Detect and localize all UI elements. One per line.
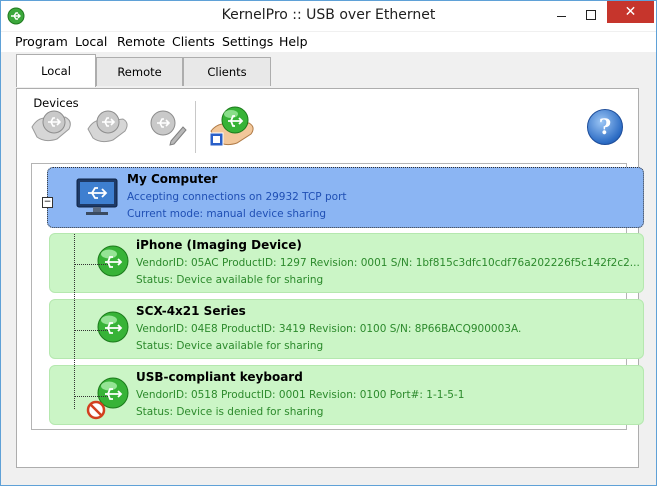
connect-remote-icon[interactable] <box>207 103 257 149</box>
device-ids: VendorID: 0518 ProductID: 0001 Revision:… <box>136 389 465 401</box>
main-window: KernelPro :: USB over Ethernet ✕ Program… <box>0 0 657 486</box>
computer-usb-icon <box>76 178 118 215</box>
tab-clients[interactable]: Clients <box>183 57 271 86</box>
device-row[interactable]: USB-compliant keyboard VendorID: 0518 Pr… <box>49 365 644 425</box>
edit-device-icon[interactable] <box>143 105 189 147</box>
computer-connection-status: Accepting connections on 29932 TCP port <box>127 191 347 203</box>
help-icon[interactable]: ? <box>587 109 623 145</box>
unshare-device-icon[interactable] <box>85 105 131 147</box>
toolbar-separator <box>195 101 196 153</box>
maximize-button[interactable] <box>576 2 606 28</box>
computer-sharing-mode: Current mode: manual device sharing <box>127 208 327 220</box>
usb-device-icon <box>97 311 129 343</box>
menu-remote[interactable]: Remote <box>117 34 165 49</box>
close-button[interactable]: ✕ <box>607 1 654 23</box>
tree-connector <box>74 330 108 331</box>
device-status: Status: Device available for sharing <box>136 340 324 352</box>
my-computer-node[interactable]: My Computer Accepting connections on 299… <box>47 167 644 228</box>
device-status: Status: Device is denied for sharing <box>136 406 324 418</box>
local-devices-panel: ? My Computer Accepting connections on 2… <box>16 88 644 468</box>
tree-connector-vertical <box>74 234 75 409</box>
tab-local-devices[interactable]: Local Devices <box>16 54 96 110</box>
device-row[interactable]: iPhone (Imaging Device) VendorID: 05AC P… <box>49 233 644 293</box>
device-name: USB-compliant keyboard <box>136 370 303 384</box>
title-bar[interactable]: KernelPro :: USB over Ethernet ✕ <box>1 1 656 31</box>
device-tree[interactable]: My Computer Accepting connections on 299… <box>31 163 644 430</box>
device-ids: VendorID: 05AC ProductID: 1297 Revision:… <box>136 257 640 269</box>
tree-connector <box>74 264 108 265</box>
device-status: Status: Device available for sharing <box>136 274 324 286</box>
menu-bar: Program Local Remote Clients Settings He… <box>1 32 656 52</box>
menu-help[interactable]: Help <box>279 34 308 49</box>
tab-remote-devices[interactable]: Remote Devices <box>96 57 183 108</box>
menu-local[interactable]: Local <box>75 34 107 49</box>
maximize-icon <box>586 10 596 20</box>
device-name: iPhone (Imaging Device) <box>136 238 302 252</box>
tree-connector <box>74 396 108 397</box>
close-icon: ✕ <box>624 4 637 20</box>
minimize-icon <box>557 16 566 17</box>
device-ids: VendorID: 04E8 ProductID: 3419 Revision:… <box>136 323 522 335</box>
device-name: SCX-4x21 Series <box>136 304 246 318</box>
collapse-toggle[interactable]: − <box>42 197 53 208</box>
usb-device-icon <box>97 245 129 277</box>
device-row[interactable]: SCX-4x21 Series VendorID: 04E8 ProductID… <box>49 299 644 359</box>
menu-clients[interactable]: Clients <box>172 34 215 49</box>
menu-program[interactable]: Program <box>15 34 68 49</box>
computer-name: My Computer <box>127 172 218 186</box>
menu-settings[interactable]: Settings <box>222 34 273 49</box>
minimize-button[interactable] <box>546 2 576 28</box>
denied-icon <box>86 400 106 420</box>
